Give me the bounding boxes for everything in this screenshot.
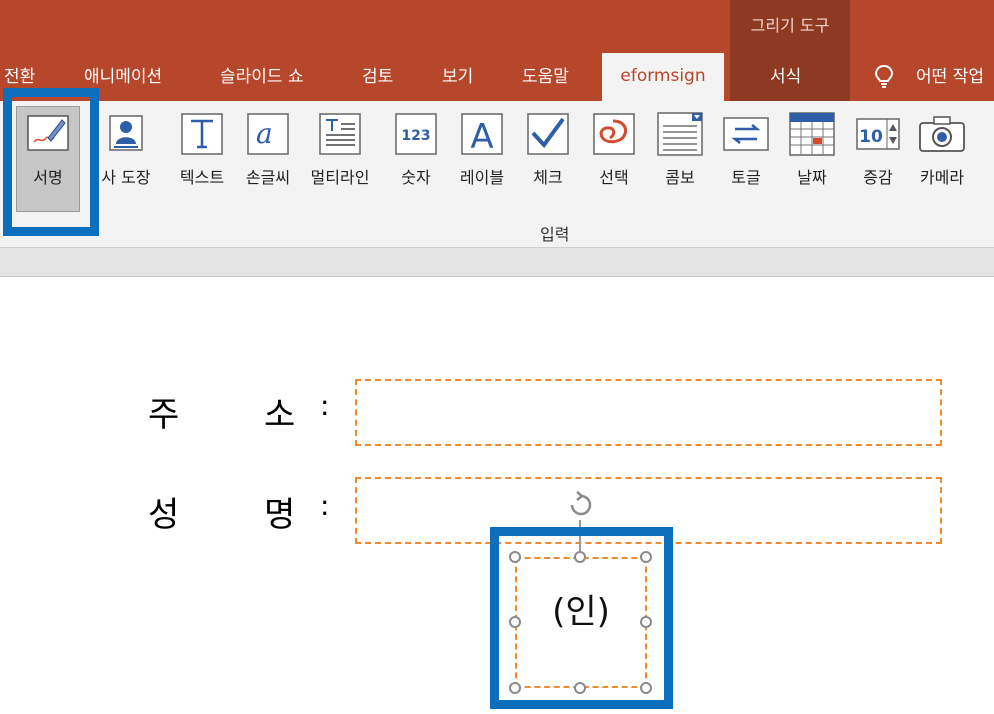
tool-number-label: 숫자: [401, 168, 431, 187]
tab-slideshow[interactable]: 슬라이드 쇼: [220, 62, 304, 87]
address-label-char1: 주: [148, 395, 180, 435]
tool-select-label: 선택: [599, 168, 629, 187]
svg-text:a: a: [256, 117, 273, 150]
tool-check-label: 체크: [533, 168, 563, 187]
number-icon: 123: [384, 108, 448, 160]
tool-date-label: 날짜: [797, 168, 827, 187]
tab-transitions[interactable]: 전환: [4, 62, 35, 87]
rotate-handle-icon[interactable]: [564, 488, 598, 522]
tool-label-label: 레이블: [459, 168, 505, 187]
text-icon: [170, 108, 234, 160]
tab-review[interactable]: 검토: [362, 62, 393, 87]
tab-eformsign[interactable]: eformsign: [602, 53, 724, 101]
handwriting-icon: a: [236, 108, 300, 160]
tool-combo-label: 콤보: [665, 168, 695, 187]
calendar-icon: [780, 108, 844, 160]
tool-combo[interactable]: 콤보: [648, 108, 712, 192]
tool-camera-label: 카메라: [919, 168, 965, 187]
tab-view[interactable]: 보기: [442, 62, 473, 87]
tab-animations[interactable]: 애니메이션: [84, 62, 162, 87]
ribbon-separator: [0, 247, 994, 277]
tool-text[interactable]: 텍스트: [170, 108, 234, 192]
camera-icon: [910, 108, 974, 160]
tool-date[interactable]: 날짜: [780, 108, 844, 192]
drawing-tools-title: 그리기 도구: [750, 16, 830, 35]
tab-format[interactable]: 서식: [770, 62, 801, 87]
name-colon: :: [320, 489, 330, 522]
label-icon-text: A: [470, 117, 493, 157]
group-label-input: 입력: [540, 225, 570, 244]
tool-handwriting[interactable]: a 손글씨: [236, 108, 300, 192]
spinner-icon: 10: [846, 108, 910, 160]
tool-multiline-label: 멀티라인: [310, 168, 370, 187]
stamp-icon: [94, 108, 158, 160]
tell-me-box[interactable]: 어떤 작업: [916, 62, 984, 87]
tool-handwriting-label: 손글씨: [245, 168, 291, 187]
tab-help[interactable]: 도움말: [522, 62, 569, 87]
address-input-field[interactable]: [355, 379, 942, 446]
tool-toggle[interactable]: 토글: [714, 108, 778, 192]
tool-spin[interactable]: 10 증감: [846, 108, 910, 192]
tool-camera[interactable]: 카메라: [910, 108, 974, 192]
tool-stamp-label: 사 도장: [101, 168, 151, 187]
tool-text-label: 텍스트: [179, 168, 225, 187]
multiline-icon: [308, 108, 372, 160]
toggle-icon: [714, 108, 778, 160]
tool-select[interactable]: 선택: [582, 108, 646, 192]
address-colon: :: [320, 389, 330, 422]
seal-field-highlight: [490, 527, 673, 709]
lightbulb-icon[interactable]: [874, 64, 894, 90]
lasso-select-icon: [582, 108, 646, 160]
address-label-char2: 소: [264, 395, 296, 435]
spinner-icon-text: 10: [859, 127, 883, 147]
label-icon: A: [450, 108, 514, 160]
signature-tool-highlight: [3, 88, 99, 236]
tool-multiline[interactable]: 멀티라인: [308, 108, 372, 192]
tool-stamp[interactable]: 사 도장: [94, 108, 158, 192]
name-label-char2: 명: [264, 495, 296, 535]
number-icon-text: 123: [401, 128, 430, 144]
tool-check[interactable]: 체크: [516, 108, 580, 192]
name-label-char1: 성: [148, 495, 180, 535]
tool-label[interactable]: A 레이블: [450, 108, 514, 192]
tool-number[interactable]: 123 숫자: [384, 108, 448, 192]
combo-box-icon: [648, 108, 712, 160]
tool-toggle-label: 토글: [731, 168, 761, 187]
checkmark-icon: [516, 108, 580, 160]
